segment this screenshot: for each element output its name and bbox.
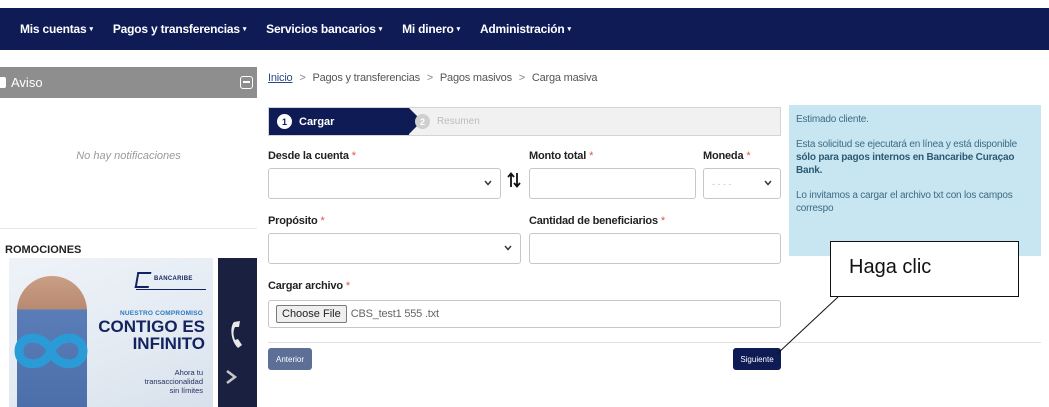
caret-down-icon: ▾ (89, 26, 94, 33)
info-availability: Esta solicitud se ejecutará en línea y e… (796, 139, 1018, 176)
moneda-select[interactable]: - - - - (703, 168, 781, 199)
proposito-label: Propósito * (268, 215, 325, 227)
sidebar-divider (0, 228, 257, 229)
nav-label: Servicios bancarios (266, 22, 376, 36)
phone-icon (231, 321, 242, 348)
bancaribe-logo: BANCARIBE (134, 272, 206, 290)
nav-label: Administración (479, 22, 565, 36)
chevron-down-icon (504, 245, 512, 251)
promo-headline-line2: INFINITO (132, 334, 205, 353)
caret-down-icon: ▾ (242, 26, 247, 33)
chevron-down-icon (764, 180, 772, 186)
cargar-archivo-label: Cargar archivo * (268, 280, 350, 292)
promo-tagline-line1: Ahora tu (174, 368, 203, 377)
promo-banner[interactable]: BANCARIBE NUESTRO COMPROMISO CONTIGO ES … (9, 258, 213, 407)
proposito-select[interactable] (268, 233, 521, 264)
nav-label: Mi dinero (402, 22, 454, 36)
cantidad-beneficiarios-label: Cantidad de beneficiarios * (529, 215, 665, 227)
promo-tagline-line3: sin límites (169, 386, 203, 395)
caret-down-icon: ▾ (456, 26, 461, 33)
aviso-title: Aviso (11, 75, 43, 90)
breadcrumb-home-link[interactable]: Inicio (268, 72, 293, 84)
info-greeting: Estimado cliente. (796, 114, 869, 125)
caret-down-icon: ▾ (378, 26, 383, 33)
haga-clic-callout: Haga clic (830, 241, 1019, 297)
info-instructions: Lo invitamos a cargar el archivo txt con… (796, 190, 1013, 214)
breadcrumb-item: Pagos masivos (439, 72, 512, 84)
desde-cuenta-select[interactable] (268, 168, 501, 199)
no-notifications-text: No hay notificaciones (76, 150, 181, 162)
promo-tagline: Ahora tu transaccionalidad sin límites (133, 368, 203, 395)
moneda-placeholder: - - - - (712, 178, 732, 189)
step-label: Resumen (437, 116, 480, 127)
desde-cuenta-label: Desde la cuenta * (268, 150, 356, 162)
chevron-down-icon (484, 180, 492, 186)
aviso-panel-header: Aviso (0, 67, 257, 98)
breadcrumb-separator: > (299, 72, 306, 84)
swap-icon[interactable] (507, 172, 521, 188)
wizard-stepper: 1 Cargar 2 Resumen (268, 107, 781, 136)
nav-administracion[interactable]: Administración ▾ (480, 22, 571, 36)
promotions-title: ROMOCIONES (5, 244, 82, 256)
moneda-label: Moneda * (703, 150, 751, 162)
nav-servicios-bancarios[interactable]: Servicios bancarios ▾ (266, 22, 382, 36)
nav-label: Pagos y transferencias (112, 22, 240, 36)
choose-file-button[interactable]: Choose File (276, 305, 347, 323)
breadcrumb-item: Carga masiva (531, 72, 598, 84)
file-upload-field: Choose File CBS_test1 555 .txt (268, 300, 781, 328)
breadcrumb: Inicio > Pagos y transferencias > Pagos … (268, 72, 598, 84)
promo-subtitle: NUESTRO COMPROMISO (119, 310, 203, 317)
infinity-icon (14, 333, 88, 369)
cantidad-beneficiarios-input[interactable] (529, 233, 781, 264)
promo-headline-line1: CONTIGO ES (98, 317, 205, 336)
chevron-right-icon[interactable] (224, 370, 238, 384)
nav-mi-dinero[interactable]: Mi dinero ▾ (402, 22, 460, 36)
monto-total-input[interactable] (529, 168, 696, 199)
top-navigation: Mis cuentas ▾ Pagos y transferencias ▾ S… (0, 8, 1049, 50)
breadcrumb-separator: > (518, 72, 525, 84)
monto-total-label: Monto total * (529, 150, 594, 162)
notice-icon (0, 77, 6, 88)
selected-file-name: CBS_test1 555 .txt (350, 308, 439, 320)
step-number: 1 (277, 114, 292, 129)
promo-headline: CONTIGO ES INFINITO (98, 318, 205, 352)
caret-down-icon: ▾ (567, 26, 572, 33)
nav-pagos-transferencias[interactable]: Pagos y transferencias ▾ (112, 22, 247, 36)
promo-tagline-line2: transaccionalidad (144, 377, 203, 386)
collapse-icon[interactable] (240, 76, 253, 89)
step-cargar: 1 Cargar (269, 108, 422, 135)
nav-mis-cuentas[interactable]: Mis cuentas ▾ (20, 22, 93, 36)
step-label: Cargar (299, 115, 335, 128)
next-button[interactable]: Siguiente (733, 348, 781, 370)
nav-label: Mis cuentas (20, 22, 87, 36)
breadcrumb-separator: > (426, 72, 434, 84)
step-resumen: 2 Resumen (415, 108, 480, 135)
previous-button[interactable]: Anterior (268, 348, 312, 370)
info-panel: Estimado cliente. Esta solicitud se ejec… (789, 105, 1041, 256)
promo-banner-secondary[interactable] (218, 258, 257, 407)
step-number: 2 (415, 114, 430, 129)
breadcrumb-item: Pagos y transferencias (312, 72, 420, 84)
form-divider (268, 342, 1041, 343)
